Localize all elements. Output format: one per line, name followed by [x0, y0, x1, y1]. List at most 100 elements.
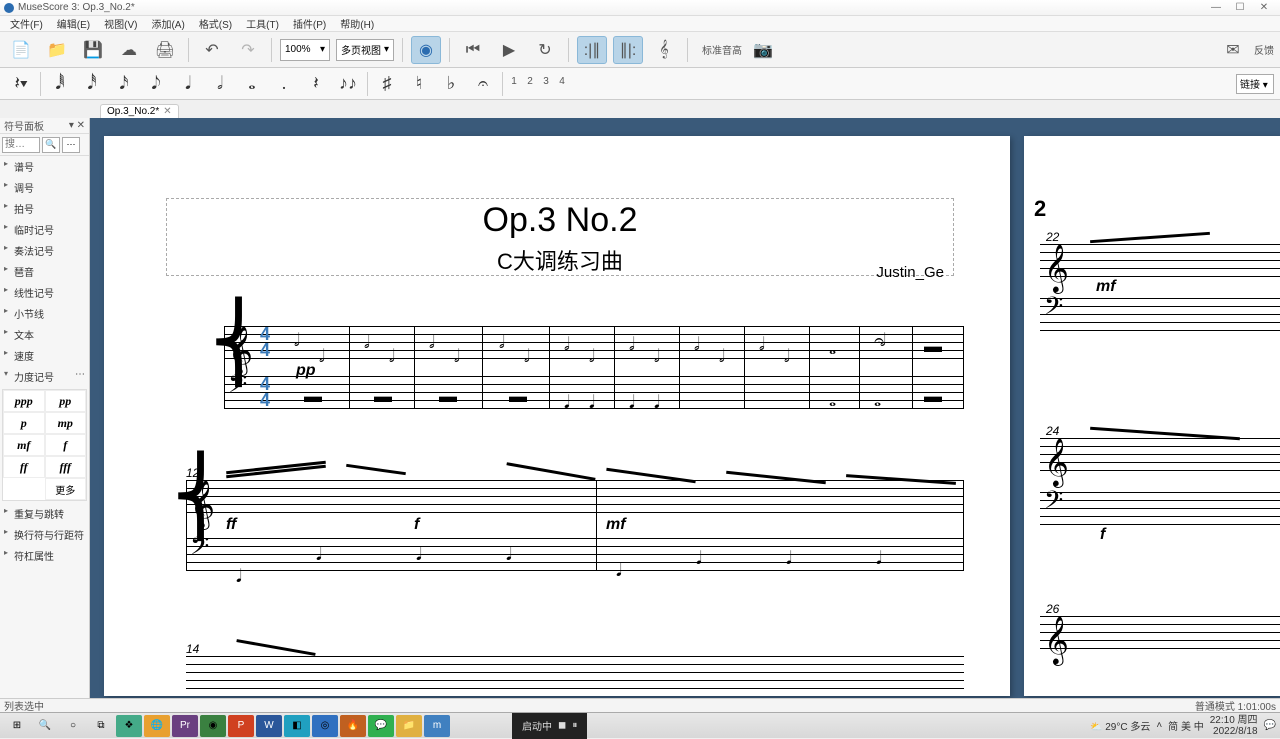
- taskbar-app-9[interactable]: 🔥: [340, 715, 366, 737]
- natural-button[interactable]: ♮: [404, 71, 434, 97]
- note-whole-button[interactable]: 𝅝: [237, 71, 267, 97]
- menu-tools[interactable]: 工具(T): [240, 16, 285, 31]
- metronome-button[interactable]: ◉: [411, 36, 441, 64]
- screenshot-button[interactable]: 📷: [748, 36, 778, 64]
- dynamic-fff[interactable]: fff: [45, 456, 87, 478]
- dynamic-mp[interactable]: mp: [45, 412, 87, 434]
- chord[interactable]: 𝅘𝅥: [654, 392, 660, 413]
- dynamic-marking-f[interactable]: f: [1100, 526, 1105, 544]
- note[interactable]: 𝅝: [874, 390, 881, 411]
- palette-item-timesig[interactable]: 拍号: [0, 198, 89, 219]
- note[interactable]: 𝅗𝅥: [784, 346, 790, 367]
- note-16th-button[interactable]: 𝅘𝅥𝅯: [109, 71, 139, 97]
- note-quarter-button[interactable]: 𝅘𝅥: [173, 71, 203, 97]
- taskbar-app-4[interactable]: ◉: [200, 715, 226, 737]
- palette-item-breaks[interactable]: 换行符与行距符: [0, 524, 89, 545]
- note[interactable]: 𝅗𝅥: [654, 346, 660, 367]
- note[interactable]: 𝅗𝅥: [629, 334, 635, 355]
- print-button[interactable]: 🖨: [150, 36, 180, 64]
- note[interactable]: 𝅗𝅥: [389, 346, 395, 367]
- palette-item-text[interactable]: 文本: [0, 324, 89, 345]
- tray-chevron-icon[interactable]: ˄: [1156, 720, 1162, 731]
- rest[interactable]: ▬: [374, 386, 392, 407]
- note[interactable]: 𝅗𝅥: [759, 334, 765, 355]
- note[interactable]: 𝅝: [829, 390, 836, 411]
- document-tab[interactable]: Op.3_No.2* ✕: [100, 104, 179, 118]
- open-button[interactable]: 📁: [42, 36, 72, 64]
- flat-button[interactable]: ♭: [436, 71, 466, 97]
- palette-item-accidentals[interactable]: 临时记号: [0, 219, 89, 240]
- palette-item-dynamics[interactable]: 力度记号 ⋯: [0, 366, 89, 387]
- chord[interactable]: 𝅘𝅥: [629, 392, 635, 413]
- rest[interactable]: ▬: [924, 336, 942, 357]
- score-composer[interactable]: Justin_Ge: [876, 264, 944, 281]
- note[interactable]: 𝅝: [829, 338, 836, 359]
- palette-more-icon[interactable]: ⋯: [62, 137, 80, 153]
- media-pause-icon[interactable]: ⏸: [572, 720, 577, 731]
- rest-button[interactable]: 𝄽: [301, 71, 331, 97]
- taskbar-app-1[interactable]: ❖: [116, 715, 142, 737]
- close-button[interactable]: ✕: [1252, 2, 1276, 13]
- note[interactable]: 𝅗𝅥: [524, 346, 530, 367]
- media-stop-icon[interactable]: ◼: [558, 720, 566, 731]
- chord[interactable]: 𝅘𝅥: [564, 392, 570, 413]
- note-input-mode-button[interactable]: 𝄽▾: [6, 71, 36, 97]
- save-button[interactable]: 💾: [78, 36, 108, 64]
- note[interactable]: 𝅗𝅥: [364, 332, 370, 353]
- loop-out-button[interactable]: ∥|:: [613, 36, 643, 64]
- note[interactable]: 𝅘𝅥: [696, 548, 702, 569]
- rest[interactable]: ▬: [509, 386, 527, 407]
- redo-button[interactable]: ↷: [233, 36, 263, 64]
- palette-item-beam-props[interactable]: 符杠属性: [0, 545, 89, 566]
- score-title[interactable]: Op.3 No.2: [167, 201, 953, 240]
- task-view-icon[interactable]: ⧉: [88, 715, 114, 737]
- undo-button[interactable]: ↶: [197, 36, 227, 64]
- loop-in-button[interactable]: :|∥: [577, 36, 607, 64]
- palette-item-repeats[interactable]: 重复与跳转: [0, 503, 89, 524]
- note[interactable]: 𝅘𝅥: [876, 548, 882, 569]
- palette-item-clefs[interactable]: 谱号: [0, 156, 89, 177]
- sharp-button[interactable]: ♯: [372, 71, 402, 97]
- maximize-button[interactable]: ☐: [1228, 2, 1252, 13]
- note[interactable]: 𝅗𝅥: [454, 346, 460, 367]
- taskbar-app-10[interactable]: 💬: [368, 715, 394, 737]
- zoom-select[interactable]: 100%▾: [280, 39, 330, 61]
- rest[interactable]: ▬: [439, 386, 457, 407]
- notifications-icon[interactable]: 💬: [1264, 720, 1276, 731]
- dynamic-marking-f[interactable]: f: [414, 516, 419, 534]
- score-canvas[interactable]: Op.3 No.2 C大调练习曲 Justin_Ge ⎨ 𝄞 44 𝅗𝅥 𝅗𝅥: [90, 118, 1280, 698]
- search-icon[interactable]: 🔍: [32, 715, 58, 737]
- start-button[interactable]: ⊞: [4, 715, 30, 737]
- note[interactable]: 𝅗𝅥: [319, 346, 325, 367]
- rest[interactable]: ▬: [304, 386, 322, 407]
- taskbar-app-musescore[interactable]: m: [424, 715, 450, 737]
- flip-button[interactable]: 𝄐: [468, 71, 498, 97]
- dynamic-p[interactable]: p: [3, 412, 45, 434]
- dynamic-ff[interactable]: ff: [3, 456, 45, 478]
- menu-help[interactable]: 帮助(H): [334, 16, 380, 31]
- cloud-button[interactable]: ☁: [114, 36, 144, 64]
- dynamic-f[interactable]: f: [45, 434, 87, 456]
- palette-close-icon[interactable]: ▾ ✕: [69, 120, 85, 131]
- feedback-link[interactable]: 反馈: [1254, 42, 1274, 57]
- taskbar-app-3[interactable]: Pr: [172, 715, 198, 737]
- view-mode-select[interactable]: 多页视图▾: [336, 39, 394, 61]
- time-signature[interactable]: 44: [260, 326, 270, 358]
- note[interactable]: 𝅗𝅥: [694, 334, 700, 355]
- cortana-icon[interactable]: ○: [60, 715, 86, 737]
- new-score-button[interactable]: 📄: [6, 36, 36, 64]
- rewind-button[interactable]: ⏮: [458, 36, 488, 64]
- taskbar-app-2[interactable]: 🌐: [144, 715, 170, 737]
- note-64th-button[interactable]: 𝅘𝅥𝅱: [45, 71, 75, 97]
- tray-ime[interactable]: 简 美 中: [1168, 718, 1204, 733]
- palette-item-lines[interactable]: 线性记号: [0, 282, 89, 303]
- time-signature-bass[interactable]: 44: [260, 376, 270, 408]
- tab-close-icon[interactable]: ✕: [163, 106, 171, 117]
- mail-icon[interactable]: ✉: [1218, 36, 1248, 64]
- note[interactable]: 𝅘𝅥: [786, 548, 792, 569]
- count-in-button[interactable]: 𝄞: [649, 36, 679, 64]
- menu-file[interactable]: 文件(F): [4, 16, 49, 31]
- loop-button[interactable]: ↻: [530, 36, 560, 64]
- chord[interactable]: 𝅘𝅥: [589, 392, 595, 413]
- note[interactable]: 𝅘𝅥: [236, 566, 242, 587]
